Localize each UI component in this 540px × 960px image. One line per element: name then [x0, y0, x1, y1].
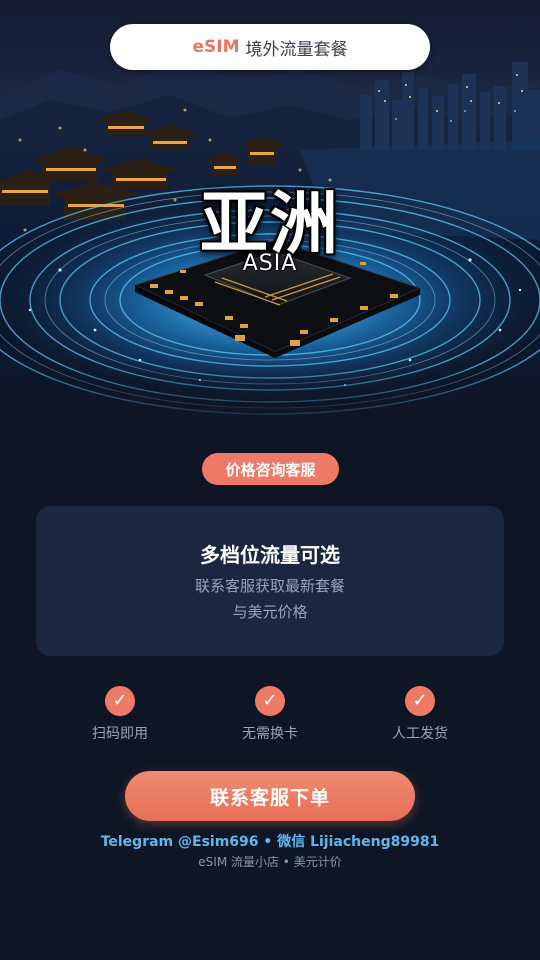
price-consult-badge[interactable]: 价格咨询客服	[202, 453, 339, 485]
feature-label: 人工发货	[392, 726, 448, 742]
info-card: 多档位流量可选 联系客服获取最新套餐 与美元价格	[36, 506, 504, 656]
feature-item: ✓ 无需换卡	[210, 686, 330, 743]
brand-label: eSIM	[192, 37, 240, 57]
contact-order-button[interactable]: 联系客服下单	[125, 771, 415, 821]
check-icon: ✓	[255, 686, 285, 716]
contact-info[interactable]: Telegram @Esim696 • 微信 Lijiacheng89981	[0, 831, 540, 851]
region-subtitle: ASIA	[242, 251, 298, 276]
feature-label: 无需换卡	[242, 726, 298, 742]
page: eSIM 境外流量套餐 亚洲 ASIA 价格咨询客服 多档位流量可选 联系客服获…	[0, 0, 540, 960]
feature-item: ✓ 人工发货	[360, 686, 480, 743]
info-card-title: 多档位流量可选	[200, 543, 340, 567]
info-card-line1: 联系客服获取最新套餐	[194, 577, 345, 595]
header-subtitle: 境外流量套餐	[245, 39, 348, 60]
check-icon: ✓	[105, 686, 135, 716]
feature-label: 扫码即用	[92, 726, 148, 742]
check-icon: ✓	[405, 686, 435, 716]
feature-item: ✓ 扫码即用	[60, 686, 180, 743]
footer-note: eSIM 流量小店 • 美元计价	[198, 855, 342, 869]
header-pill: eSIM 境外流量套餐	[110, 24, 430, 70]
info-card-line2: 与美元价格	[232, 603, 308, 621]
